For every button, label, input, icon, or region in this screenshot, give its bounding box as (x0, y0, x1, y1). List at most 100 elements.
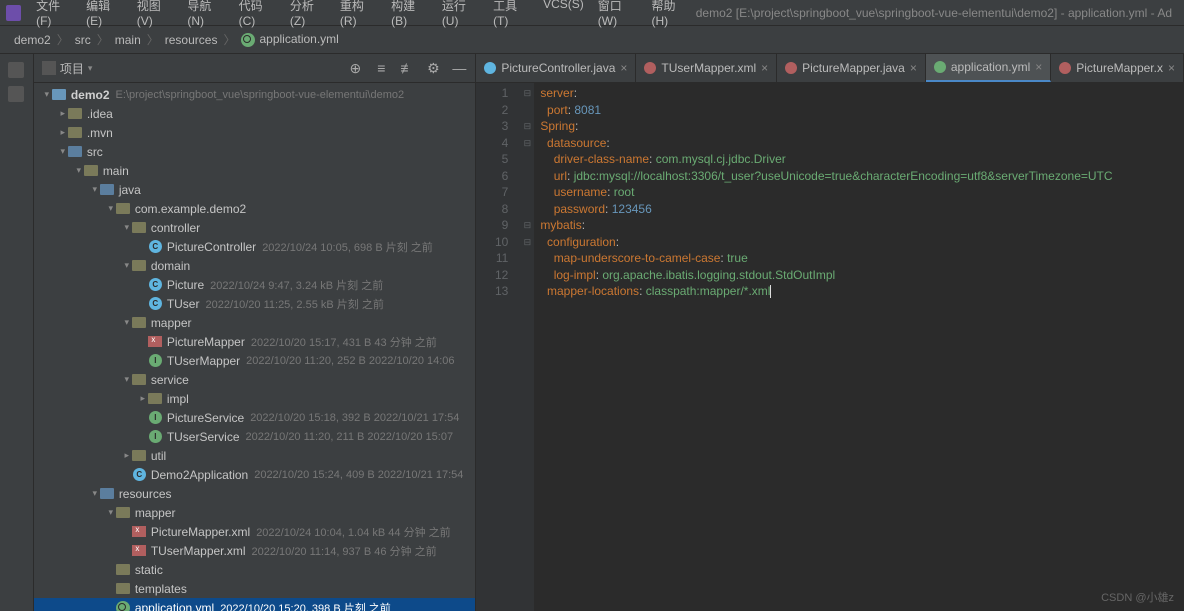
tab-label: PictureMapper.x (1076, 61, 1163, 75)
tree-arrow-icon[interactable]: ▾ (122, 222, 132, 233)
tree-node[interactable]: TUserMapper.xml2022/10/20 11:14, 937 B 4… (34, 541, 476, 560)
tree-node-label: application.yml (135, 601, 214, 611)
tree-arrow-icon[interactable]: ▸ (58, 108, 68, 119)
tree-node[interactable]: ITUserMapper2022/10/20 11:20, 252 B 2022… (34, 351, 476, 370)
tree-arrow-icon[interactable]: ▾ (122, 374, 132, 385)
breadcrumb-item[interactable]: demo2 (10, 33, 55, 47)
tree-arrow-icon[interactable]: ▸ (138, 393, 148, 404)
structure-tool-icon[interactable] (8, 62, 24, 78)
tree-arrow-icon[interactable]: ▾ (58, 146, 68, 157)
menu-item[interactable]: 分析(Z) (283, 0, 333, 28)
dropdown-icon[interactable]: ▾ (88, 63, 93, 74)
tree-node-meta: 2022/10/20 11:20, 211 B 2022/10/20 15:07 (246, 431, 454, 443)
tree-node[interactable]: CDemo2Application2022/10/20 15:24, 409 B… (34, 465, 476, 484)
breadcrumb-separator-icon: 〉 (95, 31, 111, 48)
tree-node[interactable]: CPicture2022/10/24 9:47, 3.24 kB 片刻 之前 (34, 275, 476, 294)
tree-node-label: impl (167, 392, 189, 406)
tree-node[interactable]: application.yml2022/10/20 15:20, 398 B 片… (34, 598, 476, 611)
menu-item[interactable]: 文件(F) (29, 0, 79, 28)
editor-tab[interactable]: PictureMapper.x × (1051, 54, 1184, 82)
tree-arrow-icon[interactable]: ▸ (122, 450, 132, 461)
menu-item[interactable]: 帮助(H) (644, 0, 695, 28)
menu-item[interactable]: 代码(C) (232, 0, 283, 28)
window-title: demo2 [E:\project\springboot_vue\springb… (696, 6, 1178, 20)
tree-node[interactable]: ▾ mapper (34, 313, 476, 332)
menu-item[interactable]: 重构(R) (333, 0, 384, 28)
editor-tab[interactable]: TUserMapper.xml× (636, 54, 777, 82)
editor-tab[interactable]: application.yml× (926, 54, 1051, 82)
expand-all-icon[interactable]: ≡ (373, 60, 389, 76)
menu-item[interactable]: 运行(U) (435, 0, 486, 28)
project-tree[interactable]: ▾demo2E:\project\springboot_vue\springbo… (34, 83, 476, 611)
tree-node[interactable]: PictureMapper2022/10/20 15:17, 431 B 43 … (34, 332, 476, 351)
menu-item[interactable]: 窗口(W) (591, 0, 645, 28)
menu-item[interactable]: VCS(S) (536, 0, 591, 28)
close-tab-icon[interactable]: × (761, 61, 768, 75)
close-tab-icon[interactable]: × (910, 61, 917, 75)
editor-tab[interactable]: PictureMapper.java× (777, 54, 926, 82)
tree-node[interactable]: ▾controller (34, 218, 476, 237)
project-icon (42, 61, 56, 75)
tree-arrow-icon[interactable]: ▾ (42, 89, 52, 100)
breadcrumb-item[interactable]: src (71, 33, 95, 47)
menu-item[interactable]: 工具(T) (486, 0, 536, 28)
tree-node[interactable]: ▸.mvn (34, 123, 476, 142)
project-sidebar: 项目 ▾ ⊕ ≡ ≢ ⚙ — ▾demo2E:\project\springbo… (34, 54, 477, 611)
tree-node-meta: 2022/10/24 9:47, 3.24 kB 片刻 之前 (210, 277, 383, 293)
tree-node[interactable]: ▾com.example.demo2 (34, 199, 476, 218)
close-tab-icon[interactable]: × (620, 61, 627, 75)
file-type-icon (934, 61, 946, 73)
tree-node[interactable]: ITUserService2022/10/20 11:20, 211 B 202… (34, 427, 476, 446)
tree-node[interactable]: ▾src (34, 142, 476, 161)
tree-arrow-icon[interactable]: ▸ (58, 127, 68, 138)
tree-node-label: mapper (151, 316, 192, 330)
tree-arrow-icon[interactable]: ▾ (74, 165, 84, 176)
tree-node[interactable]: ▾main (34, 161, 476, 180)
bookmarks-tool-icon[interactable] (8, 86, 24, 102)
settings-icon[interactable]: ⚙ (425, 60, 441, 76)
collapse-all-icon[interactable]: ≢ (399, 60, 415, 76)
tree-node[interactable]: ▸ impl (34, 389, 476, 408)
tree-node[interactable]: ▾ domain (34, 256, 476, 275)
tree-node[interactable]: PictureMapper.xml2022/10/24 10:04, 1.04 … (34, 522, 476, 541)
menu-item[interactable]: 导航(N) (180, 0, 231, 28)
code-editor[interactable]: 12345678910111213 ⊟⊟⊟⊟⊟ server: port: 80… (476, 83, 1184, 611)
menu-item[interactable]: 视图(V) (130, 0, 181, 28)
hide-icon[interactable]: — (451, 60, 467, 76)
fold-gutter[interactable]: ⊟⊟⊟⊟⊟ (520, 83, 534, 611)
tree-arrow-icon[interactable]: ▾ (122, 260, 132, 271)
tree-arrow-icon[interactable]: ▾ (90, 488, 100, 499)
tree-node[interactable]: ▾mapper (34, 503, 476, 522)
breadcrumb-separator-icon: 〉 (145, 31, 161, 48)
tree-node-label: domain (151, 259, 190, 273)
menu-item[interactable]: 构建(B) (384, 0, 435, 28)
tree-node[interactable]: CPictureController2022/10/24 10:05, 698 … (34, 237, 476, 256)
tree-arrow-icon[interactable]: ▾ (90, 184, 100, 195)
tree-arrow-icon[interactable]: ▾ (106, 203, 116, 214)
tree-node[interactable]: ▾service (34, 370, 476, 389)
tree-node[interactable]: IPictureService2022/10/20 15:18, 392 B 2… (34, 408, 476, 427)
tree-node[interactable]: ▾demo2E:\project\springboot_vue\springbo… (34, 85, 476, 104)
breadcrumb-item[interactable]: main (111, 33, 145, 47)
tree-node[interactable]: CTUser2022/10/20 11:25, 2.55 kB 片刻 之前 (34, 294, 476, 313)
tree-node[interactable]: ▾ resources (34, 484, 476, 503)
breadcrumb-item[interactable]: application.yml (237, 32, 342, 47)
tree-arrow-icon[interactable]: ▾ (106, 507, 116, 518)
menu-item[interactable]: 编辑(E) (79, 0, 130, 28)
close-tab-icon[interactable]: × (1168, 61, 1175, 75)
tree-node[interactable]: ▾java (34, 180, 476, 199)
tree-node-meta: 2022/10/20 11:14, 937 B 46 分钟 之前 (252, 543, 437, 559)
tree-node[interactable]: ▸util (34, 446, 476, 465)
tree-node-meta: E:\project\springboot_vue\springboot-vue… (116, 89, 405, 101)
tree-arrow-icon[interactable]: ▾ (122, 317, 132, 328)
breadcrumb-item[interactable]: resources (161, 33, 222, 47)
tree-node[interactable]: templates (34, 579, 476, 598)
tree-node-label: resources (119, 487, 172, 501)
select-opened-file-icon[interactable]: ⊕ (347, 60, 363, 76)
tree-node[interactable]: static (34, 560, 476, 579)
tree-node[interactable]: ▸.idea (34, 104, 476, 123)
yaml-file-icon (241, 33, 255, 47)
watermark: CSDN @小雄z (1101, 589, 1174, 605)
editor-tab[interactable]: PictureController.java× (476, 54, 636, 82)
close-tab-icon[interactable]: × (1035, 60, 1042, 74)
